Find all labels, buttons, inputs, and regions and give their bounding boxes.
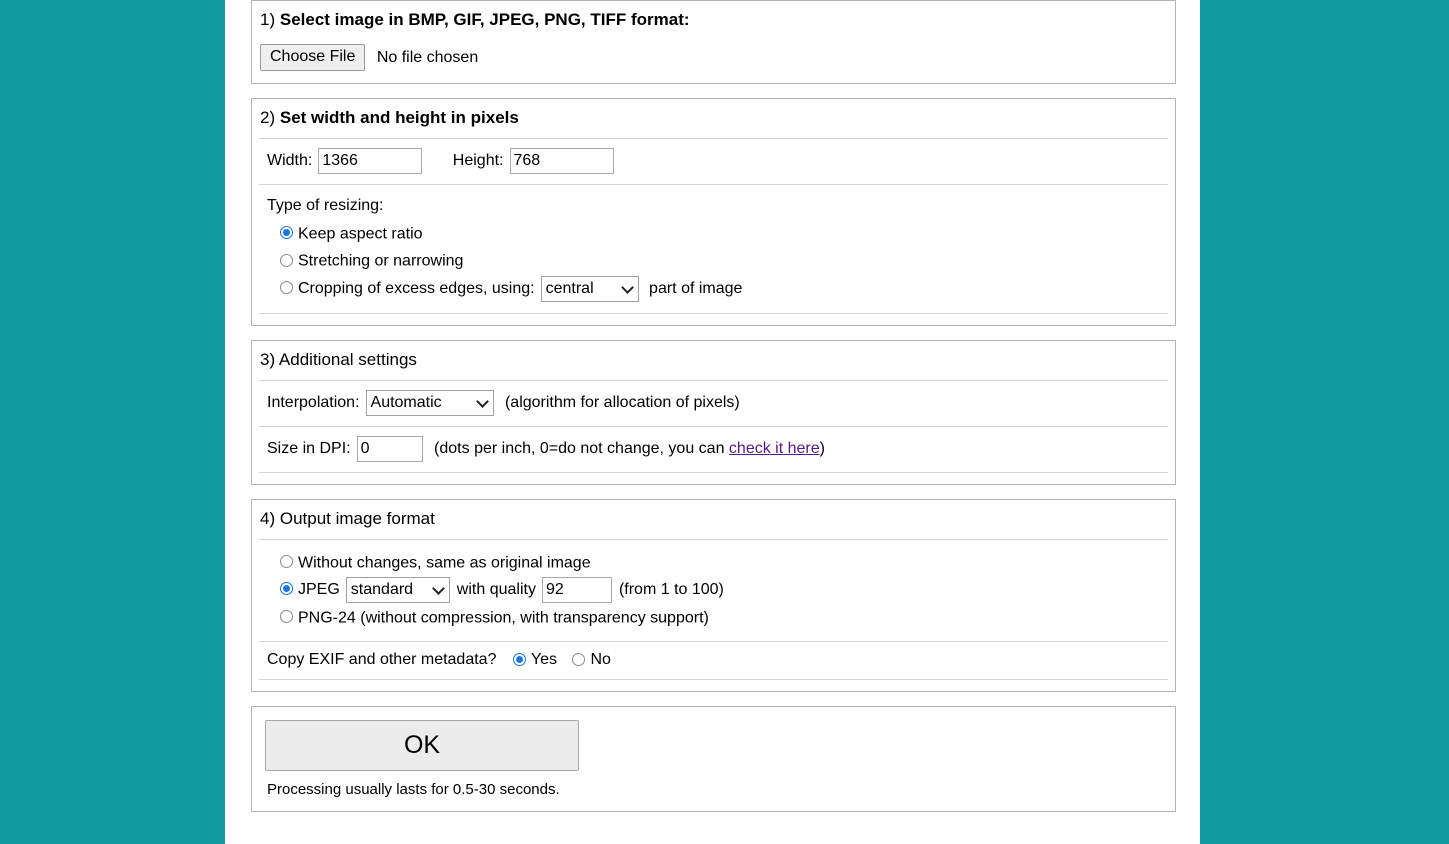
output-option-jpeg[interactable]: JPEG standard with quality (from 1 to 100…	[267, 576, 1160, 604]
crop-part-suffix: part of image	[649, 280, 743, 298]
exif-row: Copy EXIF and other metadata? Yes No	[259, 641, 1168, 679]
section-2-number: 2)	[260, 108, 276, 127]
section-3-title: Additional settings	[278, 349, 417, 369]
page-content-area: 1) Select image in BMP, GIF, JPEG, PNG, …	[225, 0, 1200, 844]
exif-no-label: No	[590, 651, 611, 669]
interpolation-select-wrap[interactable]: Automatic	[365, 389, 494, 416]
section-select-image: 1) Select image in BMP, GIF, JPEG, PNG, …	[251, 0, 1176, 84]
ok-button[interactable]: OK	[265, 720, 579, 772]
quality-label: with quality	[456, 581, 536, 599]
section-1-number: 1)	[260, 10, 276, 29]
width-input[interactable]	[318, 148, 423, 174]
exif-yes-label: Yes	[530, 651, 558, 669]
resize-option-0-label: Keep aspect ratio	[298, 225, 423, 243]
exif-option-yes[interactable]: Yes	[512, 651, 558, 669]
section-3-spacer	[252, 473, 1175, 484]
height-label: Height:	[452, 152, 504, 169]
dpi-row: Size in DPI: (dots per inch, 0=do not ch…	[259, 425, 1168, 472]
section-4-heading: 4) Output image format	[252, 500, 1175, 539]
ok-button-wrap: OK	[252, 707, 1175, 772]
resize-option-cropping[interactable]: Cropping of excess edges, using: central…	[267, 275, 1160, 303]
section-2-title: Set width and height in pixels	[279, 108, 519, 127]
file-picker-row: Choose File No file chosen	[252, 40, 1175, 83]
dpi-input[interactable]	[356, 435, 423, 462]
crop-part-select[interactable]: central	[540, 275, 639, 302]
exif-label: Copy EXIF and other metadata?	[267, 651, 497, 669]
section-output-format: 4) Output image format Without changes, …	[251, 498, 1176, 693]
radio-without-changes[interactable]	[280, 554, 293, 568]
crop-part-select-wrap[interactable]: central	[540, 275, 639, 302]
processing-note: Processing usually lasts for 0.5-30 seco…	[267, 781, 560, 799]
radio-cropping-excess-edges[interactable]	[280, 281, 293, 295]
radio-jpeg[interactable]	[280, 582, 293, 596]
resize-option-2-label: Cropping of excess edges, using:	[298, 280, 535, 298]
resize-option-stretching[interactable]: Stretching or narrowing	[267, 247, 1160, 274]
form-container: 1) Select image in BMP, GIF, JPEG, PNG, …	[251, 0, 1176, 826]
dpi-label: Size in DPI:	[267, 439, 351, 457]
section-3-number: 3)	[260, 349, 276, 369]
jpeg-mode-select-wrap[interactable]: standard	[345, 576, 450, 603]
dpi-hint-before: (dots per inch, 0=do not change, you can	[434, 439, 729, 457]
output-option-0-label: Without changes, same as original image	[298, 553, 591, 571]
section-dimensions: 2) Set width and height in pixels Width:…	[251, 98, 1176, 326]
check-dpi-link[interactable]: check it here	[729, 440, 820, 457]
radio-exif-yes[interactable]	[512, 652, 526, 666]
file-status-label: No file chosen	[376, 48, 479, 66]
jpeg-mode-select[interactable]: standard	[345, 576, 450, 603]
output-option-2-label: PNG-24 (without compression, with transp…	[298, 609, 709, 627]
section-1-title: Select image in BMP, GIF, JPEG, PNG, TIF…	[279, 10, 690, 29]
interpolation-label: Interpolation:	[267, 393, 360, 411]
resize-option-keep-aspect[interactable]: Keep aspect ratio	[267, 220, 1160, 247]
dpi-hint-after: )	[819, 439, 825, 457]
section-3-heading: 3) Additional settings	[252, 341, 1175, 380]
height-input[interactable]	[509, 148, 614, 174]
section-4-number: 4)	[260, 508, 276, 528]
radio-stretching-or-narrowing[interactable]	[280, 253, 293, 267]
resize-type-label: Type of resizing:	[267, 197, 384, 214]
radio-png-24[interactable]	[280, 610, 293, 624]
radio-exif-no[interactable]	[572, 652, 586, 666]
resize-type-row: Type of resizing: Keep aspect ratio Stre…	[259, 184, 1168, 313]
section-additional-settings: 3) Additional settings Interpolation: Au…	[251, 339, 1176, 485]
output-option-png24[interactable]: PNG-24 (without compression, with transp…	[267, 604, 1160, 631]
quality-hint: (from 1 to 100)	[618, 581, 724, 599]
choose-file-button[interactable]: Choose File	[260, 44, 366, 71]
section-2-heading: 2) Set width and height in pixels	[252, 99, 1175, 138]
jpeg-quality-input[interactable]	[541, 576, 612, 603]
exif-option-no[interactable]: No	[572, 651, 611, 669]
section-2-spacer	[252, 314, 1175, 325]
output-option-1-label: JPEG	[298, 581, 340, 599]
section-submit: OK Processing usually lasts for 0.5-30 s…	[251, 706, 1176, 813]
interpolation-row: Interpolation: Automatic (algorithm for …	[259, 379, 1168, 426]
dimensions-row: Width: Height:	[259, 138, 1168, 184]
radio-keep-aspect-ratio[interactable]	[280, 226, 293, 240]
section-4-title: Output image format	[279, 508, 435, 528]
output-option-without-changes[interactable]: Without changes, same as original image	[267, 549, 1160, 576]
resize-option-1-label: Stretching or narrowing	[298, 252, 464, 270]
interpolation-select[interactable]: Automatic	[365, 389, 494, 416]
width-label: Width:	[267, 152, 313, 169]
interpolation-hint: (algorithm for allocation of pixels)	[504, 393, 740, 411]
section-1-heading: 1) Select image in BMP, GIF, JPEG, PNG, …	[252, 1, 1175, 40]
output-format-options-row: Without changes, same as original image …	[259, 538, 1168, 642]
section-4-spacer	[252, 680, 1175, 691]
